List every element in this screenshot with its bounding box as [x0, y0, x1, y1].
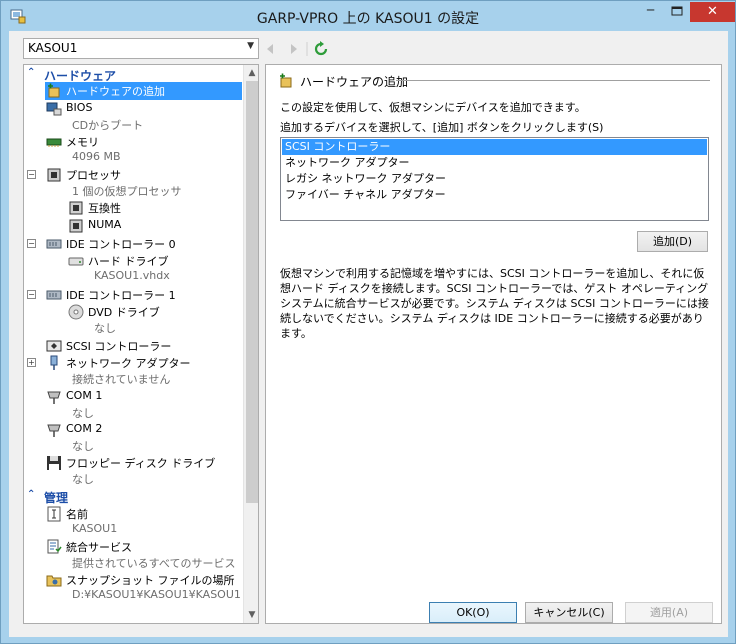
tree-item-numa[interactable]: NUMA: [24, 217, 242, 235]
collapse-toggle-icon[interactable]: −: [27, 239, 36, 248]
tree-item-memory[interactable]: メモリ 4096 MB: [24, 133, 242, 167]
title-bar[interactable]: GARP-VPRO 上の KASOU1 の設定 ─ ✕: [1, 1, 735, 31]
device-listbox[interactable]: SCSI コントローラー ネットワーク アダプター レガシ ネットワーク アダプ…: [280, 137, 709, 221]
back-arrow-icon[interactable]: [267, 44, 273, 54]
tree-item-name[interactable]: 名前 KASOU1: [24, 505, 242, 539]
expand-toggle-icon[interactable]: +: [27, 358, 36, 367]
com-port-icon: [47, 391, 61, 404]
memory-icon: [46, 138, 62, 147]
dvd-disc-icon: [68, 304, 84, 320]
info-text: 仮想マシンで利用する記憶域を増やすには、SCSI コントローラーを追加し、それに…: [280, 267, 709, 340]
tree-item-processor[interactable]: − プロセッサ 1 個の仮想プロセッサ: [24, 166, 242, 200]
vm-selector-value: KASOU1: [28, 41, 78, 55]
device-option-scsi[interactable]: SCSI コントローラー: [282, 139, 707, 155]
close-button[interactable]: ✕: [690, 2, 735, 22]
controller-icon: [46, 239, 62, 249]
processor-icon: [47, 168, 61, 182]
tree-item-com1[interactable]: COM 1 なし: [24, 388, 242, 422]
apply-button[interactable]: 適用(A): [625, 602, 713, 623]
add-button[interactable]: 追加(D): [637, 231, 708, 252]
window-title: GARP-VPRO 上の KASOU1 の設定: [256, 11, 480, 27]
minimize-button[interactable]: ─: [637, 2, 664, 22]
floppy-disk-icon: [47, 456, 61, 470]
collapse-chevron-icon[interactable]: ⌃: [27, 489, 39, 500]
tree-item-ide-controller-0[interactable]: − IDE コントローラー 0: [24, 235, 242, 253]
details-panel: ハードウェアの追加 この設定を使用して、仮想マシンにデバイスを追加できます。 追…: [265, 64, 722, 624]
scroll-up-arrow-icon[interactable]: ▲: [244, 65, 258, 81]
refresh-icon[interactable]: [314, 41, 328, 56]
name-field-icon: [47, 506, 61, 522]
processor-icon: [69, 201, 83, 215]
ok-button[interactable]: OK(O): [429, 602, 517, 623]
device-select-prompt: 追加するデバイスを選択して、[追加] ボタンをクリックします(S): [280, 121, 604, 134]
settings-tree: ⌃ ハードウェア ハードウェアの追加 BIOS CDからブート メモリ 4096…: [23, 64, 259, 624]
scroll-down-arrow-icon[interactable]: ▼: [244, 607, 258, 623]
collapse-toggle-icon[interactable]: −: [27, 170, 36, 179]
panel-heading-text: ハードウェアの追加: [300, 75, 409, 89]
tree-item-com2[interactable]: COM 2 なし: [24, 421, 242, 455]
collapse-toggle-icon[interactable]: −: [27, 290, 36, 299]
vm-selector[interactable]: KASOU1 ▼: [23, 38, 259, 59]
device-option-network[interactable]: ネットワーク アダプター: [282, 155, 707, 171]
snapshot-folder-icon: [46, 575, 62, 587]
com-port-icon: [47, 424, 61, 437]
tree-item-dvd-drive[interactable]: DVD ドライブ なし: [24, 303, 242, 337]
add-hardware-icon: [48, 83, 60, 98]
device-option-legacy-network[interactable]: レガシ ネットワーク アダプター: [282, 171, 707, 187]
tree-item-network-adapter[interactable]: + ネットワーク アダプター 接続されていません: [24, 354, 242, 388]
maximize-button[interactable]: [664, 2, 690, 22]
tree-item-integration-services[interactable]: 統合サービス 提供されているすべてのサービス: [24, 538, 242, 572]
bios-chip-icon: [46, 102, 62, 116]
scrollbar-thumb[interactable]: [246, 81, 258, 503]
management-section-header[interactable]: ⌃ 管理: [24, 489, 242, 505]
tree-item-compatibility[interactable]: 互換性: [24, 199, 242, 217]
hardware-section-header[interactable]: ⌃ ハードウェア: [24, 67, 242, 83]
tree-item-scsi-controller[interactable]: SCSI コントローラー: [24, 337, 242, 355]
tree-item-hard-drive[interactable]: ハード ドライブ KASOU1.vhdx: [24, 252, 242, 286]
tree-item-bios[interactable]: BIOS CDからブート: [24, 100, 242, 134]
forward-arrow-icon[interactable]: [291, 44, 297, 54]
scsi-controller-icon: [46, 340, 62, 352]
processor-icon: [69, 219, 83, 233]
controller-icon: [46, 290, 62, 300]
navigation-toolbar: [265, 41, 335, 57]
settings-window: GARP-VPRO 上の KASOU1 の設定 ─ ✕ KASOU1 ▼ ⌃ ハ…: [0, 0, 736, 644]
add-hardware-icon: [280, 73, 292, 88]
network-adapter-icon: [50, 355, 58, 370]
maximize-icon: [671, 6, 683, 16]
chevron-down-icon[interactable]: ▼: [247, 41, 254, 51]
tree-item-floppy-drive[interactable]: フロッピー ディスク ドライブ なし: [24, 454, 242, 488]
cancel-button[interactable]: キャンセル(C): [525, 602, 613, 623]
heading-divider: [396, 80, 710, 81]
device-option-fibre-channel[interactable]: ファイバー チャネル アダプター: [282, 187, 707, 203]
hard-drive-icon: [68, 257, 84, 266]
tree-item-snapshot-location[interactable]: スナップショット ファイルの場所 D:¥KASOU1¥KASOU1¥KASOU1: [24, 571, 242, 605]
collapse-chevron-icon[interactable]: ⌃: [27, 67, 39, 78]
client-area: KASOU1 ▼ ⌃ ハードウェア ハードウェアの追加 BIOS CDからブート…: [9, 31, 728, 637]
tree-scrollbar[interactable]: ▲ ▼: [243, 65, 258, 623]
tree-item-ide-controller-1[interactable]: − IDE コントローラー 1: [24, 286, 242, 304]
panel-intro: この設定を使用して、仮想マシンにデバイスを追加できます。: [280, 101, 586, 114]
integration-services-icon: [47, 539, 62, 554]
